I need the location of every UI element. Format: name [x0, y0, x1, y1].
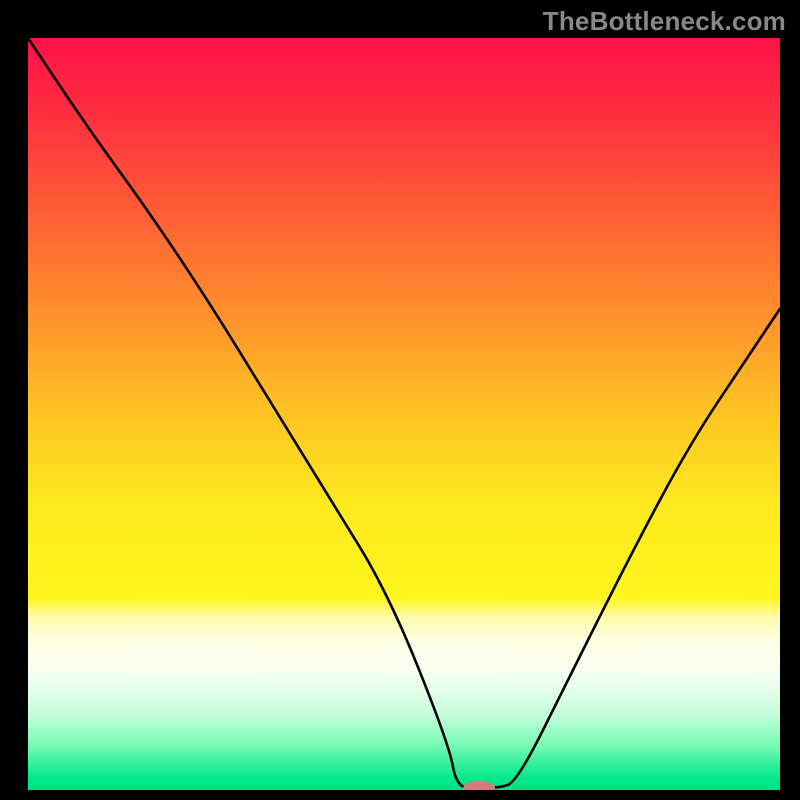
bottleneck-chart [28, 38, 780, 790]
plot-area [28, 38, 780, 790]
watermark-text: TheBottleneck.com [543, 6, 786, 37]
gradient-background [28, 38, 780, 790]
chart-container: TheBottleneck.com [0, 0, 800, 800]
